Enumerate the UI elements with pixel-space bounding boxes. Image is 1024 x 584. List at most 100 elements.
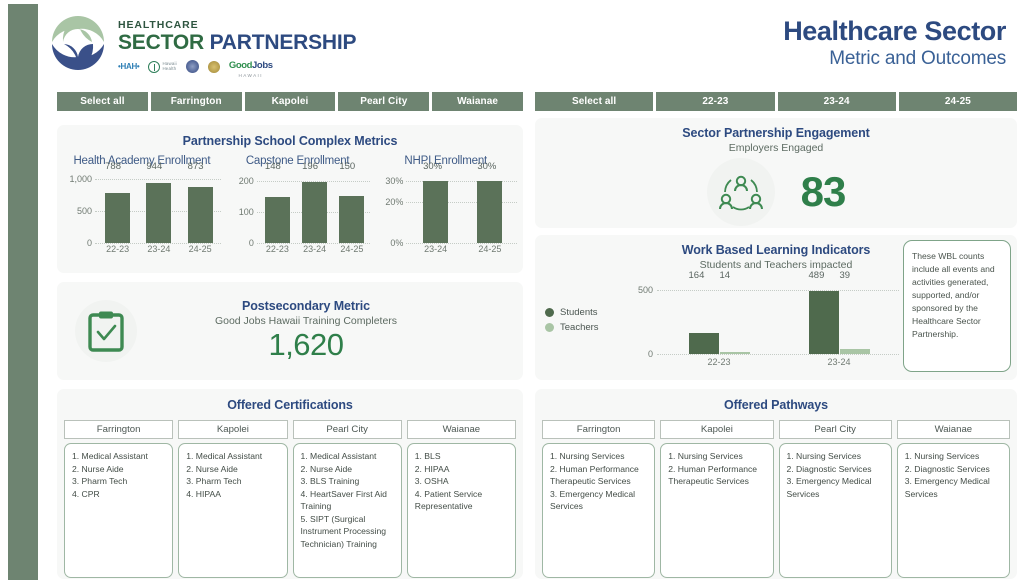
- filter-school-pearl-city[interactable]: Pearl City: [338, 92, 430, 111]
- bar-students[interactable]: 164: [688, 270, 719, 354]
- bar-value-label: 14: [719, 270, 731, 281]
- x-tick-label: 23-24: [827, 357, 851, 367]
- certifications-header-farrington[interactable]: Farrington: [64, 420, 174, 439]
- brand-line-sector-partnership: SECTOR PARTNERSHIP: [118, 31, 357, 54]
- bars-container: 30% 30%: [408, 161, 517, 243]
- bars-container: 164 14 489 39: [659, 270, 899, 354]
- engagement-subtitle: Employers Engaged: [728, 142, 824, 154]
- legend-item-students: Students: [545, 307, 599, 318]
- list-item: 2. Human Performance Therapeutic Service…: [550, 463, 639, 487]
- good-jobs-hawaii-logo: GoodJobs HAWAII: [228, 60, 273, 79]
- bars-container: 788 944 873: [97, 161, 221, 243]
- pathways-header-farrington[interactable]: Farrington: [542, 420, 656, 439]
- bar-teachers[interactable]: 39: [839, 270, 870, 354]
- x-tick-label: 23-24: [424, 244, 448, 254]
- bar-value-label: 148: [264, 161, 281, 172]
- filter-school-farrington[interactable]: Farrington: [150, 92, 242, 111]
- y-axis: 0: [61, 173, 95, 257]
- certifications-header-waianae[interactable]: Waianae: [406, 420, 516, 439]
- wbl-chart-plot: 500 0 164 14 489 39 22-23 23-24: [623, 270, 899, 370]
- certifications-header-kapolei[interactable]: Kapolei: [178, 420, 288, 439]
- certifications-list-kapolei: 1. Medical Assistant 2. Nurse Aide 3. Phar…: [178, 443, 288, 578]
- filter-year-select-all[interactable]: Select all: [535, 92, 654, 111]
- list-item: 4. HIPAA: [186, 488, 221, 499]
- engagement-value: 83: [800, 168, 847, 215]
- pathways-list-waianae: 1. Nursing Services 2. Diagnostic Service…: [896, 443, 1010, 578]
- brand-text-block: HEALTHCARE SECTOR PARTNERSHIP •HAH• Hawa…: [118, 8, 357, 79]
- filter-school-select-all[interactable]: Select all: [57, 92, 148, 111]
- bar-teachers[interactable]: 14: [719, 270, 750, 354]
- filter-year-23-24[interactable]: 23-24: [777, 92, 896, 111]
- bar-students[interactable]: 489: [808, 270, 839, 354]
- university-seal-logo: [185, 59, 199, 74]
- list-item: 3. Pharm Tech: [186, 476, 242, 487]
- certifications-list-waianae: 1. BLS 2. HIPAA 3. OSHA 4. Patient Service …: [406, 443, 516, 578]
- bar-wrapper: 788: [105, 161, 131, 243]
- pathways-column-headers: Farrington Kapolei Pearl City Waianae: [535, 420, 1017, 439]
- page-title-block: Healthcare Sector Metric and Outcomes: [783, 16, 1006, 70]
- x-tick-label: 23-24: [303, 244, 327, 254]
- bar-value-label: 150: [339, 161, 356, 172]
- bar-wrapper: 148: [264, 161, 290, 243]
- y-tick-label: 0: [86, 238, 92, 248]
- pathways-header-pearl-city[interactable]: Pearl City: [778, 420, 892, 439]
- bar[interactable]: 944: [146, 161, 172, 243]
- bar[interactable]: 150: [339, 161, 365, 243]
- filter-school-waianae[interactable]: Waianae: [432, 92, 523, 111]
- wbl-note-box: These WBL counts include all events and …: [903, 240, 1011, 372]
- engagement-title: Sector Partnership Engagement: [682, 126, 870, 140]
- bar-wrapper: 944: [146, 161, 172, 243]
- list-item: 1. Nursing Services: [668, 451, 743, 461]
- x-tick-label: 23-24: [147, 244, 171, 254]
- work-based-learning-card: Work Based Learning Indicators Students …: [535, 235, 1017, 380]
- filter-school-kapolei[interactable]: Kapolei: [244, 92, 336, 111]
- page-subtitle: Metric and Outcomes: [829, 48, 1006, 70]
- bar-value-label: 30%: [477, 161, 497, 172]
- filter-year-24-25[interactable]: 24-25: [898, 92, 1017, 111]
- pathways-list-farrington: 1. Nursing Services 2. Human Performance …: [542, 443, 656, 578]
- people-network-icon: [718, 175, 763, 211]
- bar-wrapper: 39: [839, 270, 870, 354]
- list-item: 3. Emergency Medical Services: [904, 476, 990, 499]
- offered-pathways-card: Offered Pathways Farrington Kapolei Pearl …: [535, 389, 1017, 579]
- y-axis: 0: [223, 173, 257, 257]
- people-network-icon-circle: [706, 158, 775, 226]
- list-item: 4. Patient Service Representative: [414, 488, 483, 512]
- mini-chart-plot-3: 30% 20% 0% 30% 30% 23-24 24-25: [372, 161, 519, 257]
- list-item: 4. CPR: [72, 488, 100, 499]
- bar[interactable]: 788: [105, 161, 131, 243]
- bar[interactable]: 873: [187, 161, 213, 243]
- bar-value-label: 788: [105, 161, 121, 172]
- y-tick-label: 500: [637, 284, 653, 295]
- list-item: 2. Nurse Aide: [186, 463, 238, 474]
- legend-label: Teachers: [560, 322, 599, 333]
- certifications-list-farrington: 1. Medical Assistant 2. Nurse Aide 3. Phar…: [64, 443, 174, 578]
- certifications-header-pearl-city[interactable]: Pearl City: [292, 420, 402, 439]
- brand-line-healthcare: HEALTHCARE: [118, 19, 199, 31]
- bar-value-label: 196: [302, 161, 318, 172]
- bar-value-label: 39: [839, 270, 851, 281]
- pathways-header-kapolei[interactable]: Kapolei: [660, 420, 774, 439]
- bar[interactable]: 196: [302, 161, 328, 243]
- bar-value-label: 164: [688, 270, 705, 281]
- bar-value-label: 489: [808, 270, 825, 281]
- pathways-header-waianae[interactable]: Waianae: [896, 420, 1010, 439]
- bar[interactable]: 148: [264, 161, 290, 243]
- bar-wrapper: 196: [302, 161, 328, 243]
- mini-chart-plot-2: 200 100 0 148 196 150 22-23 23-24 24-25: [223, 161, 373, 257]
- bar-wrapper: 14: [719, 270, 750, 354]
- list-item: 3. Emergency Medical Services: [550, 488, 636, 512]
- bars-container: 148 196 150: [259, 161, 371, 243]
- mini-chart-title-3: NHPI Enrollment: [404, 155, 488, 167]
- school-metrics-title: Partnership School Complex Metrics: [182, 134, 398, 148]
- list-item: 3. OSHA: [414, 476, 449, 487]
- partner-logos-row: •HAH• Hawaii Health GoodJobs HAWAII: [118, 59, 356, 79]
- y-axis: 0%: [372, 173, 406, 257]
- bar[interactable]: 30%: [477, 161, 503, 243]
- bar[interactable]: 30%: [423, 161, 449, 243]
- sector-engagement-card: Sector Partnership Engagement Employers …: [535, 118, 1017, 228]
- filter-year-22-23[interactable]: 22-23: [656, 92, 775, 111]
- x-tick-label: 24-25: [340, 244, 364, 254]
- bar-value-label: 944: [146, 161, 163, 172]
- x-tick-label: 24-25: [478, 244, 502, 254]
